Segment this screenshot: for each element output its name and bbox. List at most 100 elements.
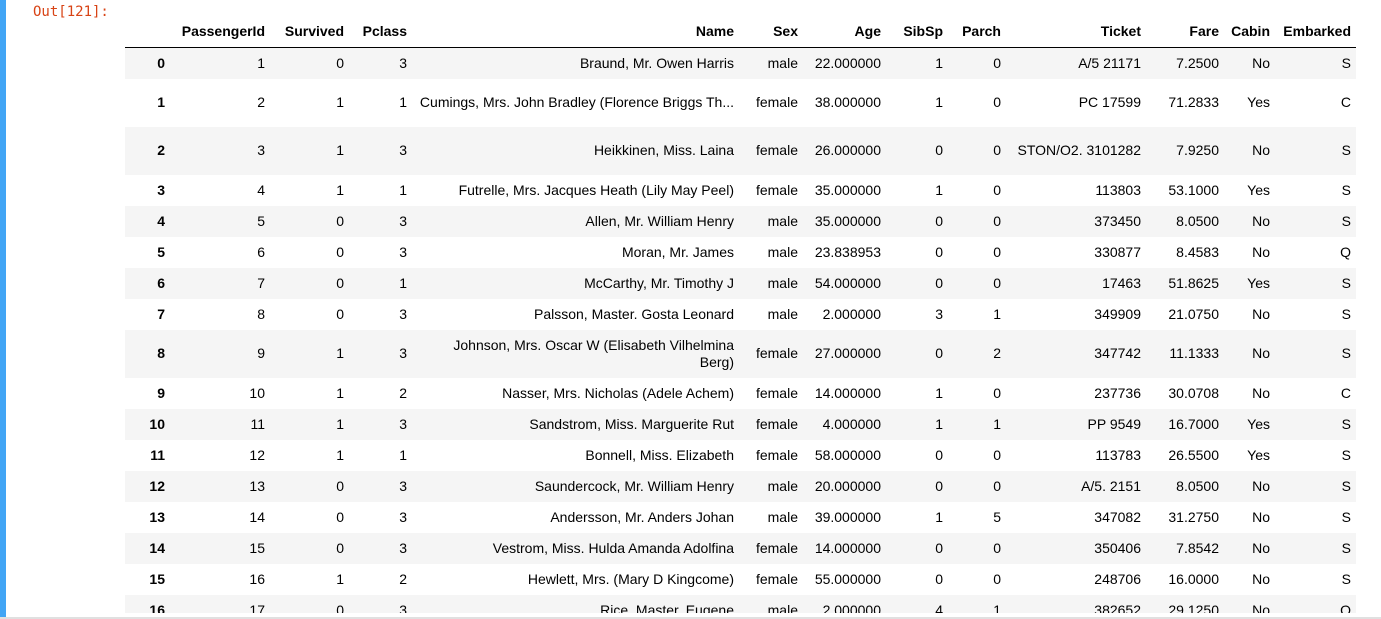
cell-passengerid: 11 [250,415,265,432]
cell-ticket: 347082 [1094,508,1141,525]
row-index: 10 [149,415,165,432]
cell-fare: 26.5500 [1168,446,1219,463]
cell-survived: 0 [336,274,344,291]
cell-embarked: S [1341,274,1351,291]
cell-cabin: No [1252,142,1270,158]
cell-sex: female [755,345,798,361]
cell-embarked: Q [1340,243,1351,260]
cell-survived: 0 [336,601,344,614]
cell-sex: female [755,181,798,198]
column-header-name: Name [412,15,739,48]
cell-sibsp: 1 [935,181,943,198]
cell-name: Cumings, Mrs. John Bradley (Florence Bri… [419,94,734,110]
cell-sex: female [755,384,798,401]
cell-embarked: S [1341,305,1351,322]
table-row: 5 6 0 3 Moran, Mr. James male 23.838953 0 0 33087… [125,237,1356,268]
output-area[interactable]: PassengerId Survived Pclass Name Sex Age SibSp… [125,15,1356,613]
table-row: 7 8 0 3 Palsson, Master. Gosta Leonard male 2.… [125,299,1356,330]
cell-survived: 0 [336,508,344,525]
cell-sibsp: 0 [935,345,943,361]
cell-name: Allen, Mr. William Henry [585,212,734,229]
table-row: 16 17 0 3 Rice, Master. Eugene male 2.000000 4 1… [125,594,1356,614]
column-header-embarked: Embarked [1275,15,1356,48]
cell-embarked: C [1340,94,1351,110]
cell-name: McCarthy, Mr. Timothy J [584,274,734,291]
cell-name: Saundercock, Mr. William Henry [534,477,734,494]
row-index: 2 [157,142,165,158]
cell-passengerid: 12 [249,446,265,463]
cell-sex: male [767,508,798,525]
cell-pclass: 3 [399,415,407,432]
row-index: 8 [157,345,165,361]
column-header-sibsp: SibSp [886,15,948,48]
cell-ticket: 350406 [1094,539,1141,556]
cell-age: 4.000000 [822,415,881,432]
cell-passengerid: 8 [257,305,265,322]
column-header-age: Age [803,15,886,48]
cell-pclass: 3 [399,508,407,525]
cell-survived: 1 [336,181,344,198]
cell-parch: 0 [993,570,1001,587]
cell-parch: 0 [993,539,1001,556]
table-row: 13 14 0 3 Andersson, Mr. Anders Johan male 39.… [125,502,1356,533]
cell-fare: 53.1000 [1168,181,1219,198]
cell-embarked: C [1340,384,1351,401]
cell-parch: 0 [993,477,1001,494]
cell-sex: male [767,305,798,322]
cell-pclass: 3 [399,477,407,494]
cell-ticket: A/5. 2151 [1081,477,1141,494]
row-index: 4 [157,212,165,229]
cell-ticket: 237736 [1094,384,1141,401]
cell-fare: 29.1250 [1168,601,1219,614]
cell-sex: male [767,274,798,291]
cell-survived: 0 [336,477,344,494]
row-index: 13 [149,508,165,525]
cell-sex: female [755,142,798,158]
cell-pclass: 3 [399,212,407,229]
cell-cabin: Yes [1247,94,1270,110]
cell-ticket: 347742 [1094,345,1141,361]
row-index: 1 [157,94,165,110]
table-row: 9 10 1 2 Nasser, Mrs. Nicholas (Adele Achem)… [125,378,1356,409]
cell-ticket: 113803 [1095,181,1141,198]
cell-sex: female [755,446,798,463]
cell-pclass: 3 [399,305,407,322]
cell-sibsp: 1 [935,384,943,401]
table-row: 0 1 0 3 Braund, Mr. Owen Harris male 22.000000… [125,47,1356,79]
cell-embarked: S [1341,142,1351,158]
column-header-survived: Survived [270,15,349,48]
cell-name: Johnson, Mrs. Oscar W (Elisabeth Vilhelm… [453,336,734,370]
cell-cabin: No [1252,384,1270,401]
cell-survived: 1 [336,142,344,158]
cell-name: Nasser, Mrs. Nicholas (Adele Achem) [502,384,734,401]
row-index: 9 [157,384,165,401]
cell-cabin: No [1252,601,1270,614]
cell-cabin: No [1252,345,1270,361]
cell-cabin: Yes [1247,181,1270,198]
cell-sibsp: 0 [935,539,943,556]
cell-fare: 16.7000 [1168,415,1219,432]
column-header-passengerid: PassengerId [170,15,270,48]
cell-age: 38.000000 [814,94,881,110]
row-index: 12 [149,477,165,494]
cell-cabin: Yes [1247,446,1270,463]
table-row: 6 7 0 1 McCarthy, Mr. Timothy J male 54.000000… [125,267,1356,299]
cell-selection-border [0,0,6,619]
cell-embarked: S [1341,508,1351,525]
cell-survived: 0 [336,54,344,71]
cell-pclass: 2 [399,384,407,401]
dataframe-table: PassengerId Survived Pclass Name Sex Age SibSp… [125,15,1356,613]
cell-sibsp: 4 [935,601,943,614]
cell-sex: male [767,54,798,71]
row-index: 5 [157,243,165,260]
cell-name: Bonnell, Miss. Elizabeth [585,446,734,463]
cell-survived: 1 [336,415,344,432]
cell-sibsp: 0 [935,243,943,260]
column-header-pclass: Pclass [349,15,412,48]
cell-ticket: PP 9549 [1087,415,1141,432]
table-row: 4 5 0 3 Allen, Mr. William Henry male 35.00000… [125,205,1356,237]
cell-age: 14.000000 [814,384,881,401]
cell-pclass: 3 [399,345,407,361]
table-row: 12 13 0 3 Saundercock, Mr. William Henry male… [125,470,1356,502]
cell-cabin: Yes [1247,274,1270,291]
